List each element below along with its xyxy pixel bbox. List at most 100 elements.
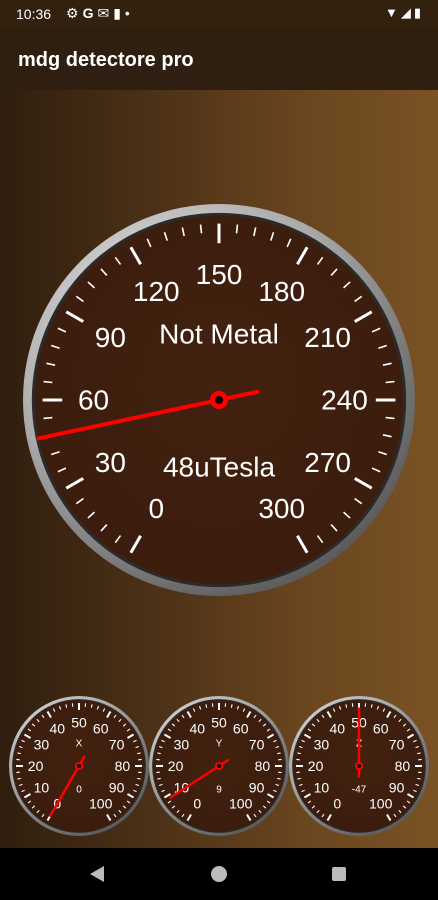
main-tick-label: 150 — [196, 259, 243, 290]
small-y-tick-label: 60 — [233, 720, 249, 736]
small-x-tick-label: 40 — [50, 720, 66, 736]
main-hub-center — [215, 396, 223, 404]
axis-value: 9 — [216, 785, 222, 796]
small-y-tick-label: 30 — [174, 736, 190, 752]
small-x-minor-tick — [137, 752, 141, 755]
small-z-minor-tick — [417, 777, 421, 780]
status-bar: 10:36 ⚙G✉▮• ▼◢▮ — [0, 0, 438, 30]
axis-value: 0 — [76, 785, 82, 796]
google-icon: G — [82, 5, 98, 21]
small-x-tick-label: 50 — [71, 715, 87, 731]
navigation-bar — [0, 848, 438, 900]
small-z-tick-label: 70 — [389, 736, 405, 752]
small-y-tick-label: 0 — [193, 796, 201, 812]
small-y-minor-tick — [157, 777, 161, 780]
recents-icon[interactable] — [332, 867, 346, 881]
status-time: 10:36 — [16, 6, 52, 22]
small-z-dial: 0102030405060708090100Z-47 — [289, 696, 429, 836]
main-tick-label: 0 — [148, 493, 164, 524]
small-x-minor-tick — [90, 704, 93, 708]
small-y-dial: 010203040 50 60708090100Y9 — [149, 696, 289, 836]
main-tick-label: 240 — [321, 385, 368, 416]
main-tick-label: 210 — [304, 322, 351, 353]
main-tick-label: 60 — [78, 385, 109, 416]
main-tick-label: 120 — [133, 276, 180, 307]
small-z-tick-label: 0 — [333, 796, 341, 812]
small-x-tick-label: 10 — [34, 780, 50, 796]
small-z-minor-tick — [370, 704, 373, 708]
field-strength-reading: 48uTesla — [163, 452, 276, 483]
small-x-tick-label: 20 — [28, 758, 44, 774]
small-y-tick-label: 90 — [249, 780, 265, 796]
small-z-tick-label: 10 — [314, 780, 330, 796]
small-x-tick-label: 100 — [89, 796, 113, 812]
small-x-minor-tick — [17, 777, 21, 780]
small-z-tick-label: 100 — [369, 796, 393, 812]
main-minor-tick — [385, 380, 395, 384]
small-x-minor-tick — [65, 704, 68, 708]
small-x-dial: 0102030405060708090100X0 — [9, 696, 149, 836]
axis-label: X — [76, 739, 83, 750]
small-z-minor-tick — [297, 777, 301, 780]
small-x-tick-label: 80 — [115, 758, 131, 774]
main-tick-label: 300 — [258, 493, 305, 524]
small-z-minor-tick — [345, 704, 348, 708]
small-z-tick-label: 90 — [389, 780, 405, 796]
small-z-minor-tick — [417, 752, 421, 755]
main-tick-label: 90 — [95, 322, 126, 353]
app-bar: mdg detectore pro — [0, 30, 438, 90]
main-gauge: 0306090120150180210240270300Not Metal48u… — [9, 204, 429, 836]
gear-icon: ⚙ — [66, 5, 83, 21]
main-dial: 0 30 60 90120 150 180 210 240 270 300 Not Metal 48u… — [23, 204, 415, 596]
small-z-tick-label: 40 — [330, 720, 346, 736]
small-x-tick-label: 60 — [93, 720, 109, 736]
small-z-tick-label: 60 — [373, 720, 389, 736]
sim-card-icon: ▮ — [113, 5, 125, 21]
main-minor-tick — [199, 224, 203, 234]
small-x-minor-tick — [137, 777, 141, 780]
small-y-minor-tick — [277, 777, 281, 780]
small-y-minor-tick — [277, 752, 281, 755]
small-x-tick-label: 70 — [109, 736, 125, 752]
small-y-tick-label: 80 — [255, 758, 271, 774]
small-z-tick-label: 30 — [314, 736, 330, 752]
battery-icon: ▮ — [413, 5, 424, 20]
main-minor-tick — [43, 380, 53, 384]
app-title: mdg detectore pro — [18, 49, 194, 71]
small-y-hub-center — [217, 764, 221, 768]
small-z-tick-label: 80 — [395, 758, 411, 774]
wifi-icon: ▼ — [384, 5, 401, 20]
main-tick-label: 270 — [304, 447, 351, 478]
small-y-minor-tick — [230, 704, 233, 708]
small-z-tick-label: 20 — [308, 758, 324, 774]
small-y-tick-label: 40 — [190, 720, 206, 736]
small-z-minor-tick — [297, 752, 301, 755]
small-y-minor-tick — [205, 704, 208, 708]
main-minor-tick — [385, 416, 395, 420]
main-tick-label: 180 — [258, 276, 305, 307]
dot-icon: • — [124, 5, 134, 21]
back-icon[interactable] — [90, 866, 104, 882]
gauge-panel: 0 30 60 90 120 150 180 210 240 270 300 Not Metal 48u… — [0, 90, 438, 848]
small-y-tick-label: 20 — [168, 758, 184, 774]
metal-status-label: Not Metal — [159, 319, 279, 350]
axis-label: Y — [216, 739, 223, 750]
status-notification-icons: ⚙G✉▮• — [66, 5, 134, 22]
small-x-tick-label: 30 — [34, 736, 50, 752]
main-tick-label: 30 — [95, 447, 126, 478]
small-y-tick-label: 70 — [249, 736, 265, 752]
small-y-minor-tick — [157, 752, 161, 755]
mail-icon: ✉ — [97, 5, 114, 21]
small-x-tick-label: 90 — [109, 780, 125, 796]
home-icon[interactable] — [211, 866, 227, 882]
small-y-tick-label: 50 — [211, 715, 227, 731]
small-y-tick-label: 100 — [229, 796, 253, 812]
axis-value: -47 — [352, 785, 367, 796]
main-minor-tick — [43, 416, 53, 420]
cellular-icon: ◢ — [400, 5, 414, 20]
small-z-hub-center — [357, 764, 361, 768]
small-x-hub-center — [77, 764, 81, 768]
status-system-icons: ▼◢▮ — [385, 5, 424, 21]
small-x-minor-tick — [17, 752, 21, 755]
main-minor-tick — [235, 224, 239, 234]
